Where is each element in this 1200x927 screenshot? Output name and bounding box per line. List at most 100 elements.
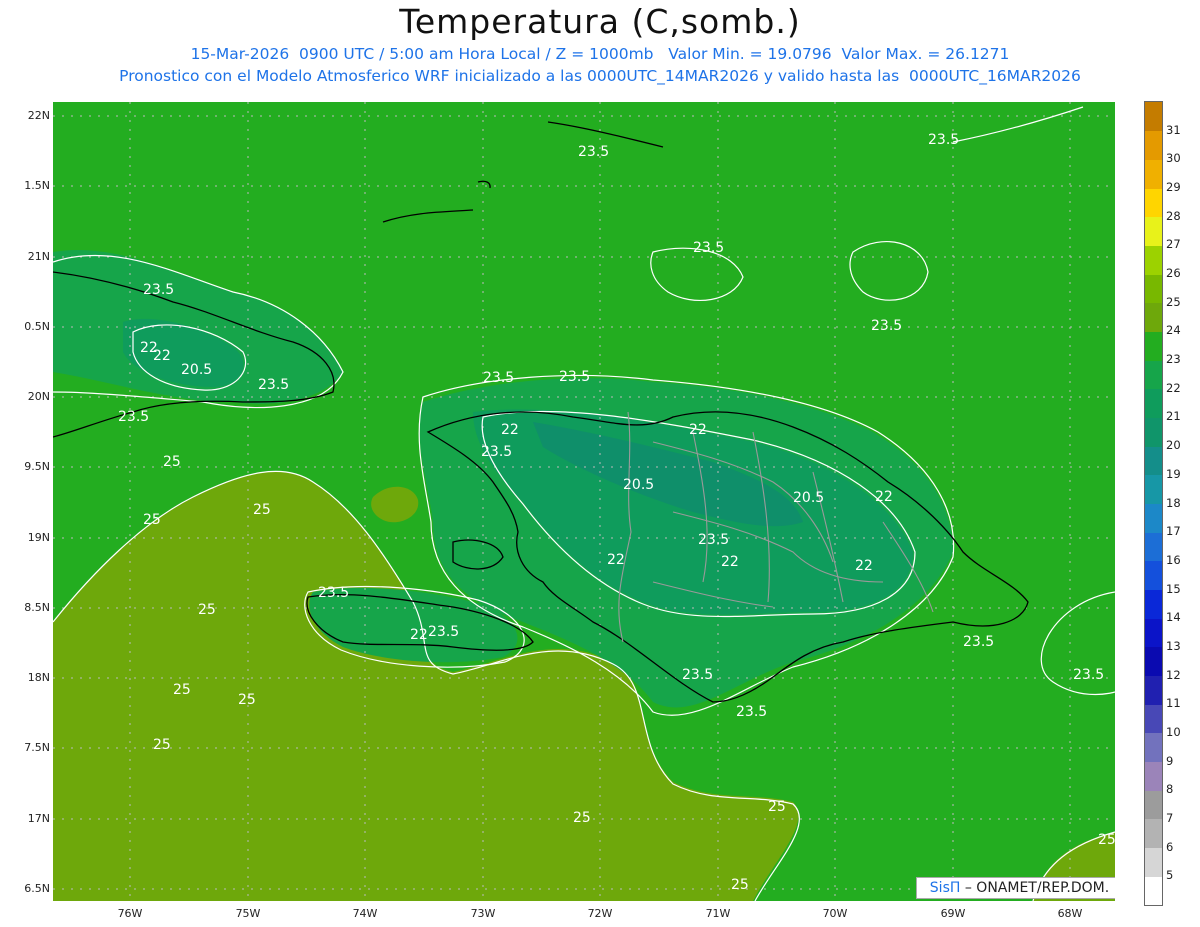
credit-brand: SisΠ — [929, 880, 961, 896]
lat-label: 19N — [27, 531, 50, 544]
colorbar-label: 27 — [1166, 237, 1181, 252]
colorbar-label: 5 — [1166, 868, 1174, 883]
colorbar-swatch — [1145, 159, 1162, 189]
colorbar-label: 16 — [1166, 552, 1181, 567]
colorbar-swatch — [1145, 761, 1162, 791]
lat-label: 0.5N — [24, 320, 50, 333]
contour-label: 20.5 — [623, 477, 655, 493]
colorbar-swatch — [1145, 589, 1162, 619]
contour-label: 25 — [163, 454, 181, 470]
lat-label: 8.5N — [24, 601, 50, 614]
contour-label: 25 — [768, 799, 786, 815]
colorbar-label: 14 — [1166, 610, 1181, 625]
lat-label: 7.5N — [24, 741, 50, 754]
lon-label: 71W — [705, 907, 731, 920]
lon-label: 73W — [470, 907, 496, 920]
contour-label: 23.5 — [559, 369, 591, 385]
contour-label: 23.5 — [258, 377, 290, 393]
contour-label: 25 — [143, 512, 161, 528]
colorbar-label: 20 — [1166, 438, 1181, 453]
colorbar-swatch — [1145, 503, 1162, 533]
colorbar-swatch — [1145, 446, 1162, 476]
contour-label: 23.5 — [693, 240, 725, 256]
colorbar-label: 26 — [1166, 266, 1181, 281]
map-svg — [53, 102, 1115, 901]
lon-label: 69W — [940, 907, 966, 920]
colorbar-swatch — [1145, 188, 1162, 218]
contour-label: 23.5 — [483, 370, 515, 386]
contour-label: 22 — [689, 422, 707, 438]
contour-label: 22 — [501, 422, 519, 438]
colorbar-swatch — [1145, 245, 1162, 275]
colorbar-swatch — [1145, 675, 1162, 705]
colorbar-label: 6 — [1166, 839, 1174, 854]
lon-label: 68W — [1057, 907, 1083, 920]
contour-label: 22 — [721, 554, 739, 570]
colorbar-label: 21 — [1166, 409, 1181, 424]
colorbar-label: 29 — [1166, 180, 1181, 195]
contour-label: 22 — [607, 552, 625, 568]
contour-label: 25 — [573, 810, 591, 826]
contour-label: 23.5 — [318, 585, 350, 601]
temperature-map: 23.5 23.5 23.5 22 20.5 22 23.5 23.5 23.5 23.5 22 23… — [53, 102, 1115, 901]
contour-label: 23.5 — [963, 634, 995, 650]
colorbar-label: 12 — [1166, 667, 1181, 682]
colorbar-swatch — [1145, 876, 1162, 906]
colorbar-swatch — [1145, 474, 1162, 504]
contour-label: 25 — [238, 692, 256, 708]
contour-label: 23.5 — [928, 132, 960, 148]
colorbar-swatch — [1145, 847, 1162, 877]
model-info: Pronostico con el Modelo Atmosferico WRF… — [119, 67, 1081, 85]
colorbar-swatch — [1145, 130, 1162, 160]
contour-label: 20.5 — [181, 362, 213, 378]
lat-label: 9.5N — [24, 460, 50, 473]
colorbar-label: 30 — [1166, 151, 1181, 166]
contour-label: 25 — [198, 602, 216, 618]
lat-label: 17N — [27, 812, 50, 825]
lat-label: 6.5N — [24, 882, 50, 895]
contour-label: 23.5 — [736, 704, 768, 720]
contour-label: 25 — [173, 682, 191, 698]
contour-label: 23.5 — [1073, 667, 1105, 683]
chart-title: Temperatura (C,somb.) — [399, 2, 801, 41]
contour-label: 25 — [153, 737, 171, 753]
colorbar-swatch — [1145, 302, 1162, 332]
contour-label: 23.5 — [871, 318, 903, 334]
colorbar-label: 19 — [1166, 466, 1181, 481]
colorbar-label: 9 — [1166, 753, 1174, 768]
lon-label: 76W — [117, 907, 143, 920]
colorbar-swatch — [1145, 618, 1162, 648]
colorbar-swatch — [1145, 732, 1162, 763]
lat-label: 20N — [27, 390, 50, 403]
colorbar-swatch — [1145, 102, 1162, 132]
colorbar-label: 31 — [1166, 122, 1181, 137]
colorbar-swatch — [1145, 790, 1162, 820]
colorbar-label: 15 — [1166, 581, 1181, 596]
lon-label: 74W — [352, 907, 378, 920]
colorbar-swatch — [1145, 331, 1162, 361]
contour-label: 22 — [410, 627, 428, 643]
lat-label: 18N — [27, 671, 50, 684]
contour-label: 25 — [253, 502, 271, 518]
colorbar-swatch — [1145, 532, 1162, 562]
colorbar-swatch — [1145, 560, 1162, 591]
colorbar-label: 18 — [1166, 495, 1181, 510]
colorbar-label: 24 — [1166, 323, 1181, 338]
contour-label: 23.5 — [481, 444, 513, 460]
colorbar-label: 7 — [1166, 810, 1174, 825]
colorbar-swatch — [1145, 417, 1162, 447]
contour-label: 25 — [1098, 832, 1115, 848]
contour-label: 22 — [875, 489, 893, 505]
forecast-time-and-range: 15-Mar-2026 0900 UTC / 5:00 am Hora Loca… — [190, 45, 1010, 63]
colorbar-label: 28 — [1166, 208, 1181, 223]
contour-label: 25 — [731, 877, 749, 893]
lat-label: 1.5N — [24, 179, 50, 192]
credit-text: – ONAMET/REP.DOM. — [960, 880, 1110, 896]
colorbar-swatch — [1145, 704, 1162, 734]
contour-label: 23.5 — [682, 667, 714, 683]
colorbar-swatch — [1145, 274, 1162, 304]
lon-label: 75W — [235, 907, 261, 920]
lon-label: 70W — [822, 907, 848, 920]
lat-label: 21N — [27, 250, 50, 263]
colorbar-label: 11 — [1166, 696, 1181, 711]
